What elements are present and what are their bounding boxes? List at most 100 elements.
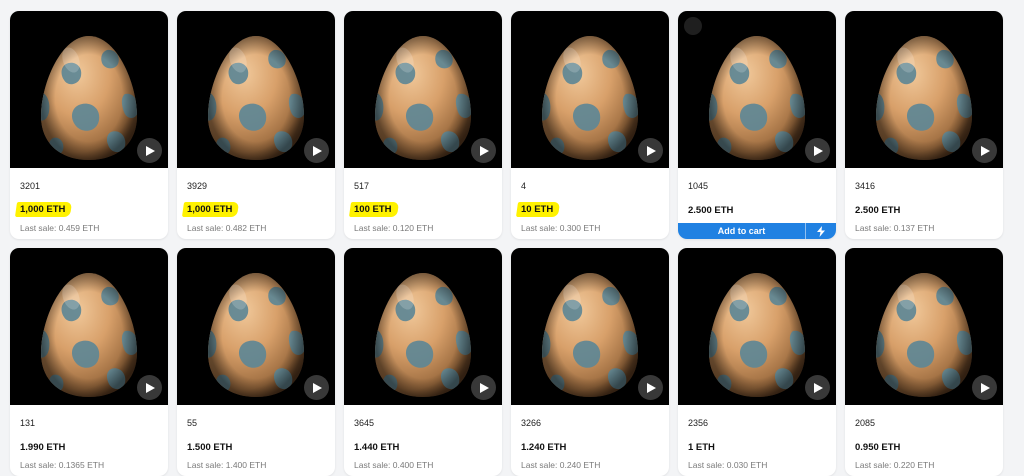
- token-id: 3266: [521, 418, 542, 428]
- nft-card[interactable]: 517 100 ETH Last sale: 0.120 ETH: [344, 11, 502, 239]
- token-id: 131: [20, 418, 36, 428]
- play-icon: [480, 145, 489, 156]
- nft-card[interactable]: 3645 1.440 ETH Last sale: 0.400 ETH: [344, 248, 502, 476]
- last-sale: Last sale: 0.030 ETH: [688, 460, 768, 470]
- lightning-icon: [817, 225, 825, 237]
- play-button[interactable]: [638, 138, 663, 163]
- nft-media[interactable]: [177, 248, 335, 405]
- last-sale: Last sale: 0.220 ETH: [855, 460, 935, 470]
- play-button[interactable]: [471, 138, 496, 163]
- nft-media[interactable]: [678, 11, 836, 168]
- token-id: 3645: [354, 418, 375, 428]
- play-icon: [647, 382, 656, 393]
- nft-card[interactable]: 131 1.990 ETH Last sale: 0.1365 ETH: [10, 248, 168, 476]
- token-id: 4: [521, 181, 527, 191]
- egg-image: [373, 271, 473, 399]
- egg-image: [206, 34, 306, 162]
- play-icon: [146, 145, 155, 156]
- play-icon: [647, 145, 656, 156]
- nft-media[interactable]: [511, 11, 669, 168]
- token-id: 1045: [688, 181, 709, 191]
- play-button[interactable]: [137, 375, 162, 400]
- play-icon: [981, 145, 990, 156]
- token-id: 55: [187, 418, 198, 428]
- nft-card[interactable]: 2085 0.950 ETH Last sale: 0.220 ETH: [845, 248, 1003, 476]
- nft-card[interactable]: 3201 1,000 ETH Last sale: 0.459 ETH: [10, 11, 168, 239]
- price: 1.440 ETH: [354, 442, 400, 453]
- egg-image: [206, 271, 306, 399]
- listing-grid: 3201 1,000 ETH Last sale: 0.459 ETH 3929…: [10, 11, 1003, 476]
- play-button[interactable]: [972, 138, 997, 163]
- last-sale: Last sale: 0.300 ETH: [521, 223, 601, 233]
- nft-media[interactable]: [177, 11, 335, 168]
- buy-now-button[interactable]: [805, 223, 836, 239]
- last-sale: Last sale: 0.240 ETH: [521, 460, 601, 470]
- add-to-cart-bar: Add to cart: [678, 223, 836, 239]
- nft-media[interactable]: [511, 248, 669, 405]
- nft-media[interactable]: [678, 248, 836, 405]
- nft-media[interactable]: [10, 11, 168, 168]
- last-sale: Last sale: 0.120 ETH: [354, 223, 434, 233]
- egg-image: [39, 271, 139, 399]
- egg-image: [540, 271, 640, 399]
- egg-image: [874, 271, 974, 399]
- nft-media[interactable]: [845, 248, 1003, 405]
- price: 1.500 ETH: [187, 442, 233, 453]
- price: 0.950 ETH: [855, 442, 901, 453]
- egg-image: [540, 34, 640, 162]
- price: 1,000 ETH: [181, 202, 240, 217]
- play-icon: [480, 382, 489, 393]
- play-button[interactable]: [137, 138, 162, 163]
- egg-image: [39, 34, 139, 162]
- egg-image: [707, 34, 807, 162]
- price: 2.500 ETH: [688, 205, 734, 216]
- play-button[interactable]: [471, 375, 496, 400]
- play-button[interactable]: [805, 138, 830, 163]
- nft-card[interactable]: 3416 2.500 ETH Last sale: 0.137 ETH: [845, 11, 1003, 239]
- play-icon: [146, 382, 155, 393]
- select-checkbox[interactable]: [684, 17, 702, 35]
- price: 1 ETH: [688, 442, 715, 453]
- play-button[interactable]: [805, 375, 830, 400]
- price: 1.240 ETH: [521, 442, 567, 453]
- price: 10 ETH: [515, 202, 561, 217]
- price: 1,000 ETH: [14, 202, 73, 217]
- egg-image: [707, 271, 807, 399]
- play-icon: [313, 145, 322, 156]
- last-sale: Last sale: 0.137 ETH: [855, 223, 935, 233]
- play-button[interactable]: [638, 375, 663, 400]
- nft-card[interactable]: 3929 1,000 ETH Last sale: 0.482 ETH: [177, 11, 335, 239]
- token-id: 517: [354, 181, 370, 191]
- token-id: 2085: [855, 418, 876, 428]
- last-sale: Last sale: 0.482 ETH: [187, 223, 267, 233]
- nft-card[interactable]: 2356 1 ETH Last sale: 0.030 ETH: [678, 248, 836, 476]
- price: 1.990 ETH: [20, 442, 66, 453]
- play-icon: [313, 382, 322, 393]
- nft-media[interactable]: [845, 11, 1003, 168]
- nft-media[interactable]: [344, 248, 502, 405]
- last-sale: Last sale: 0.459 ETH: [20, 223, 100, 233]
- nft-card[interactable]: 55 1.500 ETH Last sale: 1.400 ETH: [177, 248, 335, 476]
- nft-card[interactable]: 3266 1.240 ETH Last sale: 0.240 ETH: [511, 248, 669, 476]
- nft-card[interactable]: 4 10 ETH Last sale: 0.300 ETH: [511, 11, 669, 239]
- play-button[interactable]: [304, 375, 329, 400]
- token-id: 3929: [187, 181, 208, 191]
- play-icon: [981, 382, 990, 393]
- nft-media[interactable]: [10, 248, 168, 405]
- token-id: 3201: [20, 181, 41, 191]
- nft-card[interactable]: 1045 2.500 ETH Add to cart: [678, 11, 836, 239]
- nft-media[interactable]: [344, 11, 502, 168]
- play-button[interactable]: [972, 375, 997, 400]
- play-button[interactable]: [304, 138, 329, 163]
- last-sale: Last sale: 1.400 ETH: [187, 460, 267, 470]
- token-id: 3416: [855, 181, 876, 191]
- last-sale: Last sale: 0.400 ETH: [354, 460, 434, 470]
- egg-image: [373, 34, 473, 162]
- egg-image: [874, 34, 974, 162]
- add-to-cart-button[interactable]: Add to cart: [678, 226, 805, 236]
- price: 100 ETH: [348, 202, 399, 217]
- price: 2.500 ETH: [855, 205, 901, 216]
- token-id: 2356: [688, 418, 709, 428]
- last-sale: Last sale: 0.1365 ETH: [20, 460, 105, 470]
- play-icon: [814, 382, 823, 393]
